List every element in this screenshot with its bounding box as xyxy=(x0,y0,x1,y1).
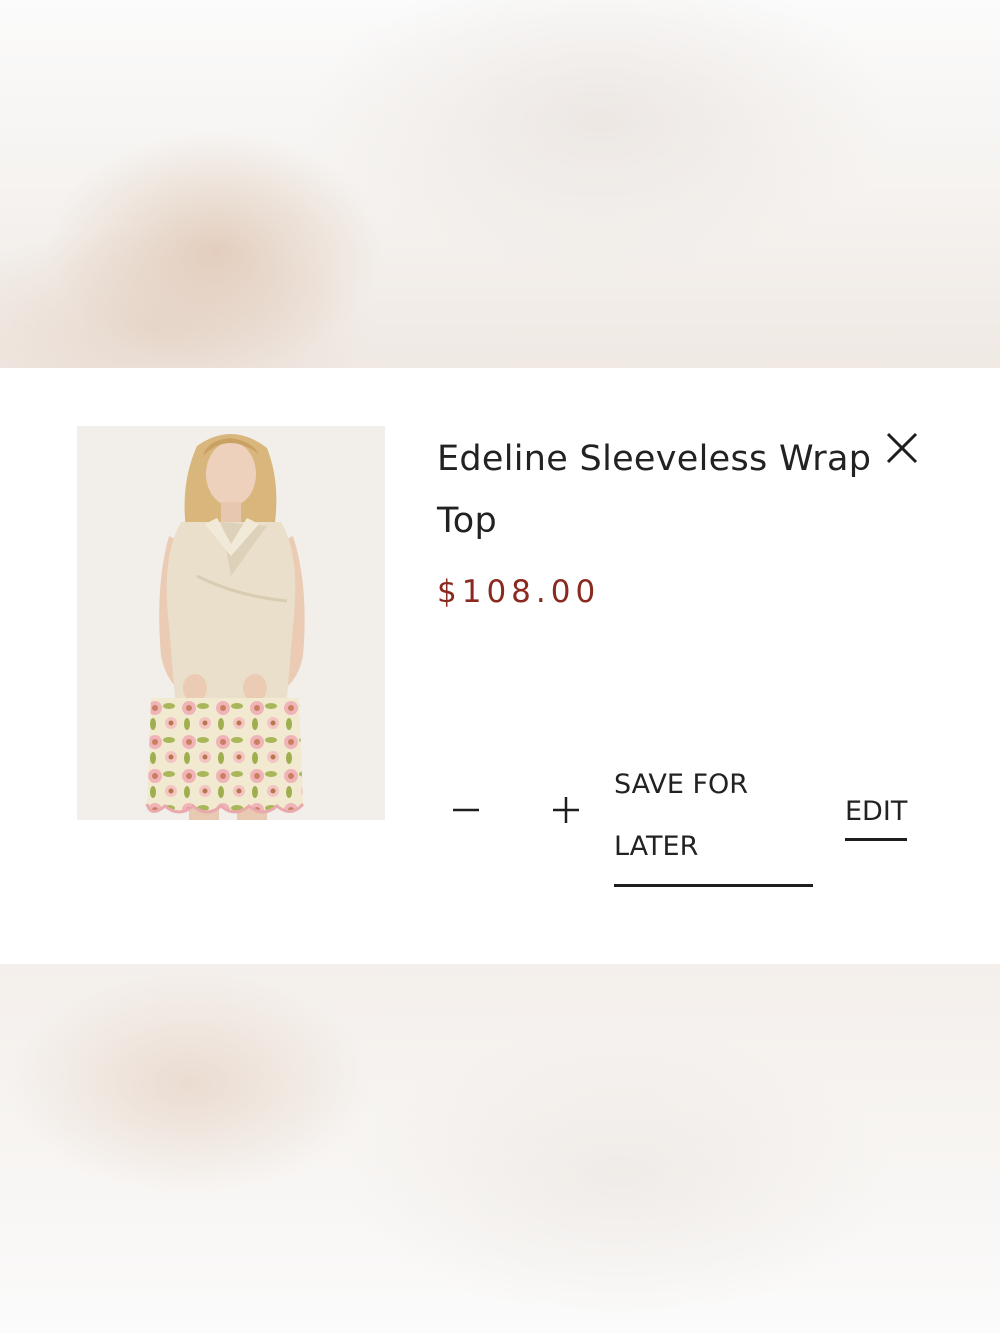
increase-quantity-button[interactable] xyxy=(550,792,582,824)
save-for-later-link[interactable]: SAVE FOR LATER xyxy=(614,754,813,887)
minus-icon xyxy=(453,808,479,812)
close-icon xyxy=(886,432,918,464)
decrease-quantity-button[interactable] xyxy=(450,788,482,820)
remove-item-button[interactable] xyxy=(882,428,922,468)
cart-item-card: Edeline Sleeveless Wrap Top $108.00 SAVE… xyxy=(0,368,1000,964)
product-price: $108.00 xyxy=(437,574,601,610)
blurred-background-bottom xyxy=(0,964,1000,1333)
blurred-background-top xyxy=(0,0,1000,368)
product-photo-illustration xyxy=(77,426,385,820)
product-title[interactable]: Edeline Sleeveless Wrap Top xyxy=(437,428,877,552)
edit-item-link[interactable]: EDIT xyxy=(845,792,907,841)
product-image[interactable] xyxy=(77,426,385,820)
plus-icon xyxy=(553,797,579,823)
